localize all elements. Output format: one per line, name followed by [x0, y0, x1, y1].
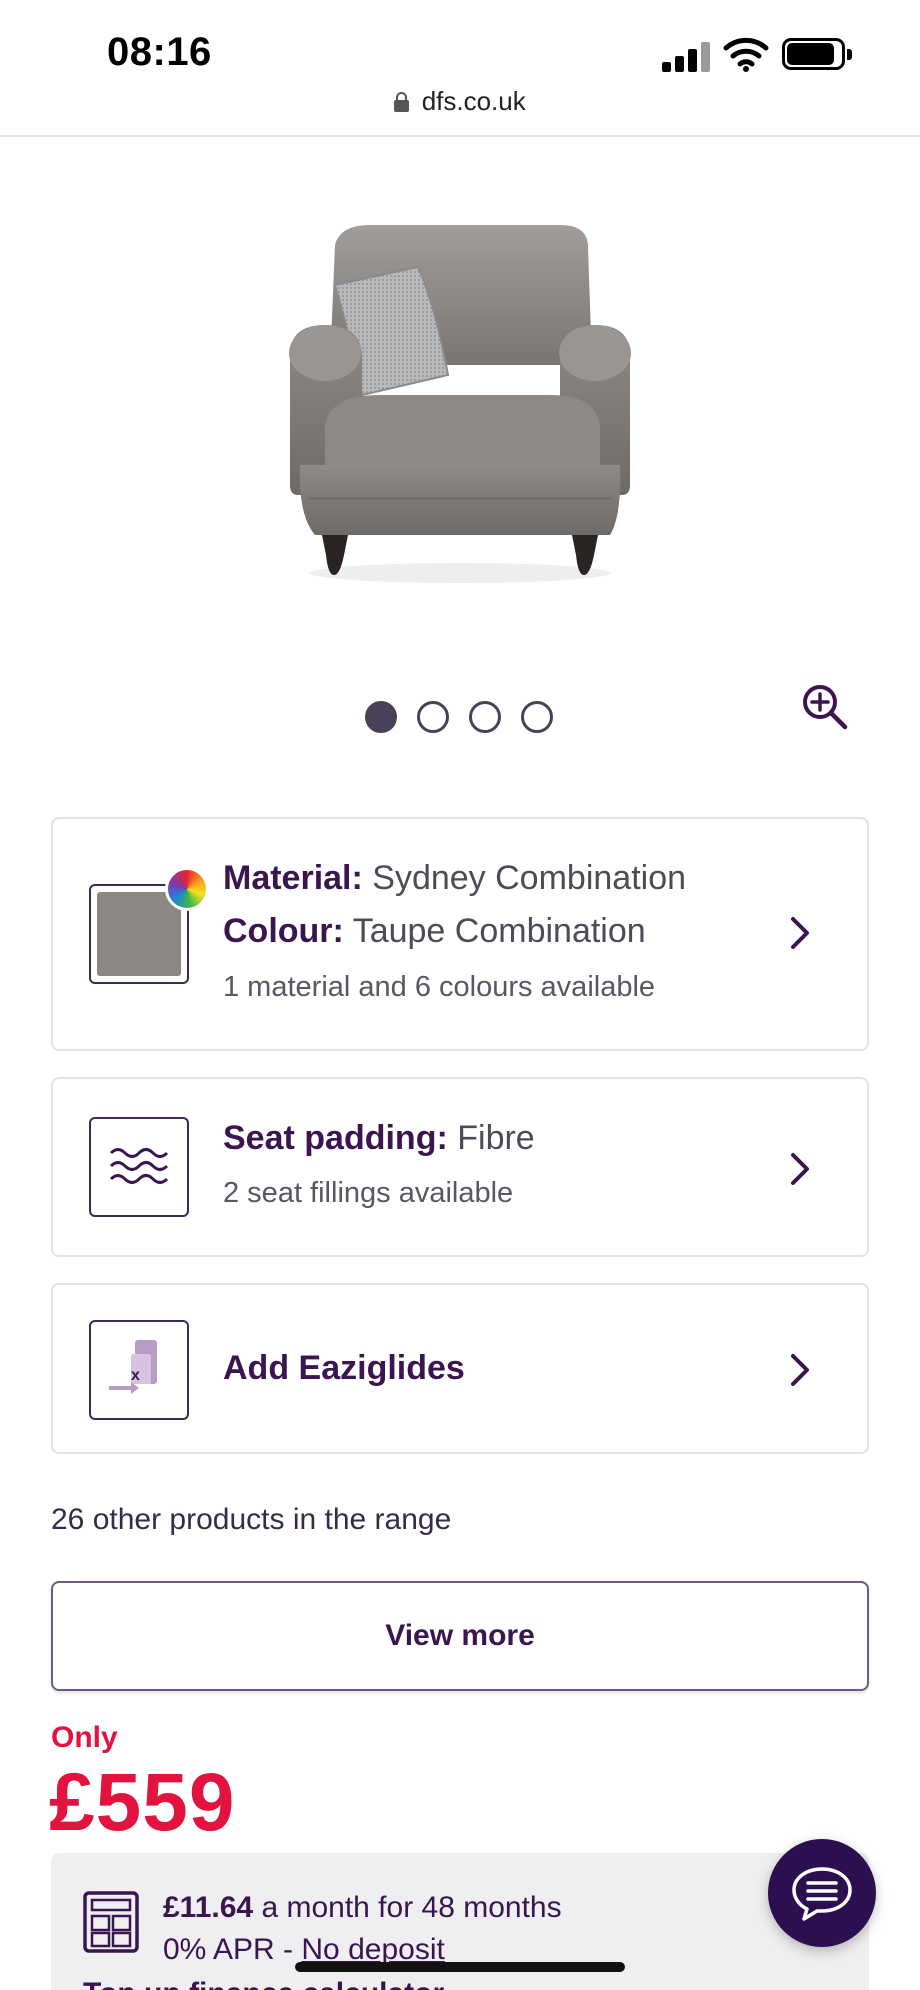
carousel-dot-4[interactable] [521, 701, 553, 733]
finance-apr: 0% APR - [163, 1933, 302, 1966]
range-count-text: 26 other products in the range [51, 1503, 452, 1536]
eaziglides-option[interactable]: x Add Eaziglides [51, 1283, 869, 1454]
padding-line: Seat padding: Fibre [223, 1117, 535, 1160]
address-bar[interactable]: dfs.co.uk [0, 86, 920, 136]
cellular-signal-icon [662, 40, 712, 72]
svg-text:x: x [131, 1367, 140, 1384]
swatch-colour [97, 892, 181, 976]
padding-availability: 2 seat fillings available [223, 1177, 514, 1209]
image-carousel-dots [365, 701, 555, 735]
status-time: 08:16 [107, 30, 212, 74]
finance-calculator-link[interactable]: Top up finance calculator [83, 1977, 444, 1990]
colour-line: Colour: Taupe Combination [223, 910, 646, 953]
carousel-dot-1[interactable] [365, 701, 397, 733]
battery-icon [782, 38, 852, 70]
eaziglides-label: Add Eaziglides [223, 1349, 465, 1387]
seat-padding-option[interactable]: Seat padding: Fibre 2 seat fillings avai… [51, 1077, 869, 1257]
finance-amount: £11.64 [163, 1891, 254, 1924]
chevron-right-icon [791, 1153, 809, 1185]
home-indicator [295, 1962, 625, 1972]
carousel-dot-2[interactable] [417, 701, 449, 733]
finance-terms: a month for 48 months [261, 1891, 562, 1924]
view-more-button[interactable]: View more [51, 1581, 869, 1691]
chevron-right-icon [791, 1354, 809, 1386]
colour-label: Colour: [223, 912, 344, 950]
wifi-icon [722, 36, 770, 72]
colour-value: Taupe Combination [352, 912, 646, 950]
chat-bubble-icon [792, 1867, 852, 1921]
eaziglides-icon: x [89, 1320, 189, 1420]
colour-wheel-icon [165, 867, 209, 911]
chevron-right-icon [791, 917, 809, 949]
product-image[interactable] [270, 215, 650, 595]
lock-icon [394, 91, 410, 112]
material-line: Material: Sydney Combination [223, 857, 686, 900]
material-colour-option[interactable]: Material: Sydney Combination Colour: Tau… [51, 817, 869, 1051]
padding-value: Fibre [457, 1119, 535, 1157]
price-prefix: Only [51, 1721, 118, 1754]
url-text: dfs.co.uk [421, 86, 526, 116]
material-value: Sydney Combination [372, 859, 687, 897]
carousel-dot-3[interactable] [469, 701, 501, 733]
status-bar: 08:16 [0, 0, 920, 92]
finance-monthly: £11.64 a month for 48 months [163, 1891, 562, 1925]
material-label: Material: [223, 859, 363, 897]
zoom-button[interactable] [800, 682, 850, 732]
product-price: £559 [49, 1757, 236, 1848]
calculator-icon [83, 1891, 139, 1953]
padding-label: Seat padding: [223, 1119, 448, 1157]
zoom-in-icon [803, 685, 848, 730]
divider [0, 135, 920, 137]
seat-padding-icon [89, 1117, 189, 1217]
material-availability: 1 material and 6 colours available [223, 971, 656, 1003]
chat-button[interactable] [768, 1839, 876, 1947]
